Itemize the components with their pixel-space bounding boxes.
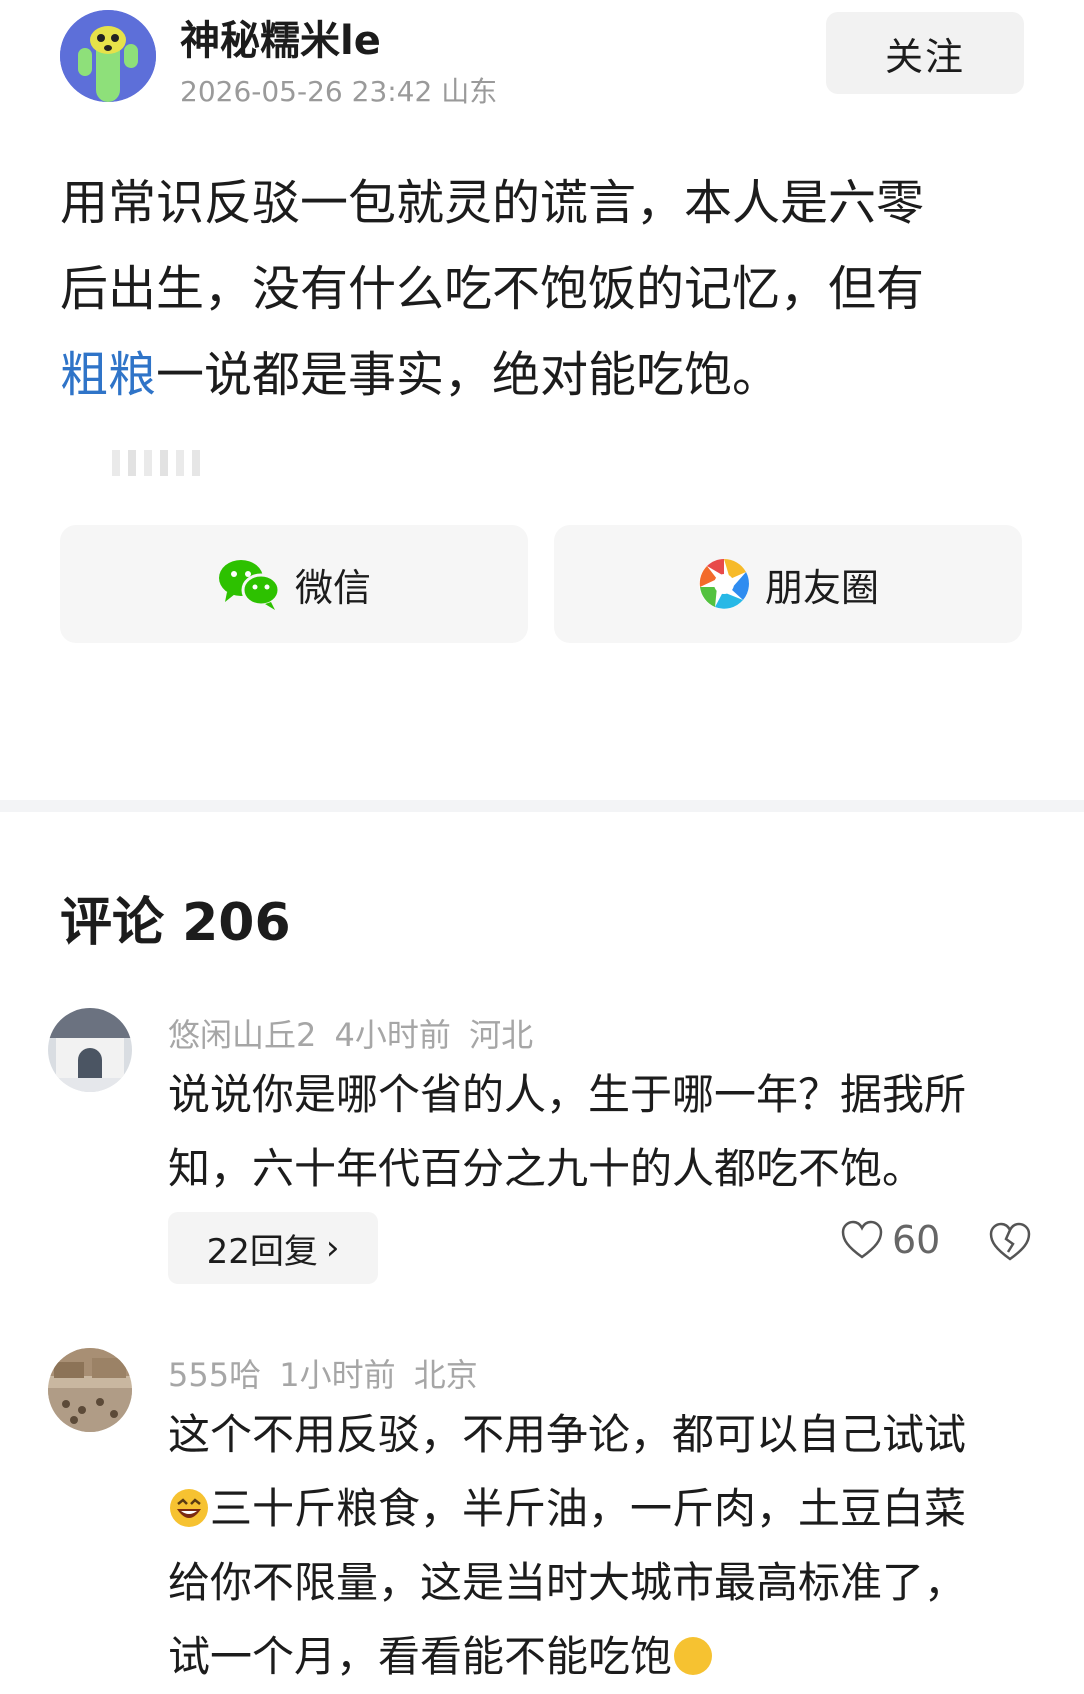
comment-text-line: 这个不用反驳，不用争论，都可以自己试试 (168, 1410, 967, 1459)
post-body-line: 粗粮一说都是事实，绝对能吃饱。 (60, 332, 1020, 418)
garden-gate-avatar-icon (48, 1008, 132, 1092)
commenter-avatar[interactable] (48, 1008, 132, 1092)
commenter-avatar[interactable] (48, 1348, 132, 1432)
blurred-content-strip (62, 448, 222, 478)
section-divider (0, 800, 1084, 812)
comment-text-line: 给你不限量，这是当时大城市最高标准了， (168, 1558, 967, 1607)
share-moments-label: 朋友圈 (764, 565, 879, 610)
comment-text-line: 说说你是哪个省的人，生于哪一年？据我所 (168, 1070, 967, 1119)
like-button[interactable]: 60 (840, 1218, 940, 1262)
comment-text-segment: 三十斤粮食，半斤油，一斤肉，土豆白菜 (210, 1484, 967, 1533)
post-body-line: 用常识反驳一包就灵的谎言，本人是六零 (60, 175, 925, 231)
topic-link[interactable]: 粗粮 (60, 347, 156, 403)
comment-meta: 悠闲山丘2 4小时前 河北 (168, 1016, 534, 1054)
moments-camera-icon (698, 558, 749, 609)
comment-meta: 555哈 1小时前 北京 (168, 1356, 478, 1394)
chevron-right-icon: › (325, 1228, 340, 1268)
post-meta: 2026-05-26 23:42 山东 (180, 75, 498, 108)
comment-text-line: 知，六十年代百分之九十的人都吃不饱。 (168, 1144, 925, 1193)
dislike-button[interactable] (988, 1222, 1032, 1266)
post-body-line: 后出生，没有什么吃不饱饭的记忆，但有 (60, 261, 925, 317)
author-name[interactable]: 神秘糯米le (180, 8, 381, 66)
view-replies-button[interactable]: 22回复 › (168, 1212, 378, 1284)
cactus-avatar-icon (60, 10, 156, 102)
post-body: 用常识反驳一包就灵的谎言，本人是六零 后出生，没有什么吃不饱饭的记忆，但有 粗粮… (60, 160, 1020, 418)
crowd-photo-avatar-icon (48, 1348, 132, 1432)
comment-text: 说说你是哪个省的人，生于哪一年？据我所 知，六十年代百分之九十的人都吃不饱。 (168, 1058, 1038, 1206)
wechat-icon (218, 560, 281, 610)
comment-text-line: 三十斤粮食，半斤油，一斤肉，土豆白菜 (168, 1472, 1038, 1546)
emoji-icon (674, 1637, 713, 1675)
like-count: 60 (892, 1218, 941, 1262)
share-wechat-label: 微信 (294, 565, 371, 610)
laughing-emoji-icon (170, 1489, 208, 1527)
post-body-text: 一说都是事实，绝对能吃饱。 (156, 347, 781, 403)
comment-text-line: 试一个月，看看能不能吃饱 (168, 1620, 1038, 1694)
replies-label: 22回复 (206, 1231, 318, 1272)
comment-text: 这个不用反驳，不用争论，都可以自己试试 三十斤粮食，半斤油，一斤肉，土豆白菜 给… (168, 1398, 1038, 1694)
broken-heart-icon (989, 1222, 1031, 1261)
share-moments-button[interactable]: 朋友圈 (554, 525, 1022, 643)
author-avatar[interactable] (60, 10, 156, 102)
comment-text-segment: 试一个月，看看能不能吃饱 (168, 1632, 673, 1681)
follow-button[interactable]: 关注 (826, 12, 1024, 94)
share-wechat-button[interactable]: 微信 (60, 525, 528, 643)
heart-icon (841, 1220, 883, 1259)
comments-count-heading: 评论 206 (60, 893, 291, 953)
